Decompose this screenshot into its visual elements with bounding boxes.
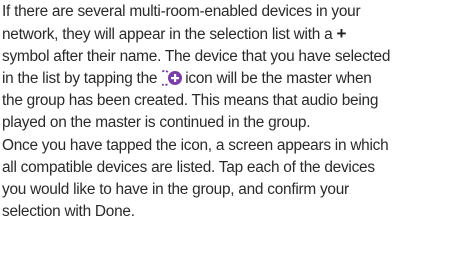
group-add-icon <box>156 69 184 87</box>
text-line-5: the group has been created. This means t… <box>2 92 379 110</box>
text-line-7: Once you have tapped the icon, a screen … <box>2 136 389 154</box>
text-line-1: If there are several multi-room-enabled … <box>2 3 361 20</box>
text-line-4-part-a: in the list by tapping the <box>2 70 158 88</box>
text-line-8: all compatible devices are listed. Tap e… <box>2 158 375 176</box>
text-line-6: played on the master is continued in the… <box>2 114 311 132</box>
text-line-10: selection with Done. <box>2 202 135 220</box>
instruction-text: If there are several multi-room-enabled … <box>2 1 468 223</box>
plus-symbol: + <box>336 24 347 44</box>
text-line-2: network, they will appear in the selecti… <box>2 23 468 46</box>
text-line-4: in the list by tapping the icon will be … <box>2 68 468 90</box>
text-line-4-part-b: icon will be the master when <box>185 70 372 88</box>
text-line-2-part: network, they will appear in the selecti… <box>2 26 333 44</box>
text-line-3: symbol after their name. The device that… <box>2 48 391 66</box>
text-line-9: you would like to have in the group, and… <box>2 180 349 198</box>
